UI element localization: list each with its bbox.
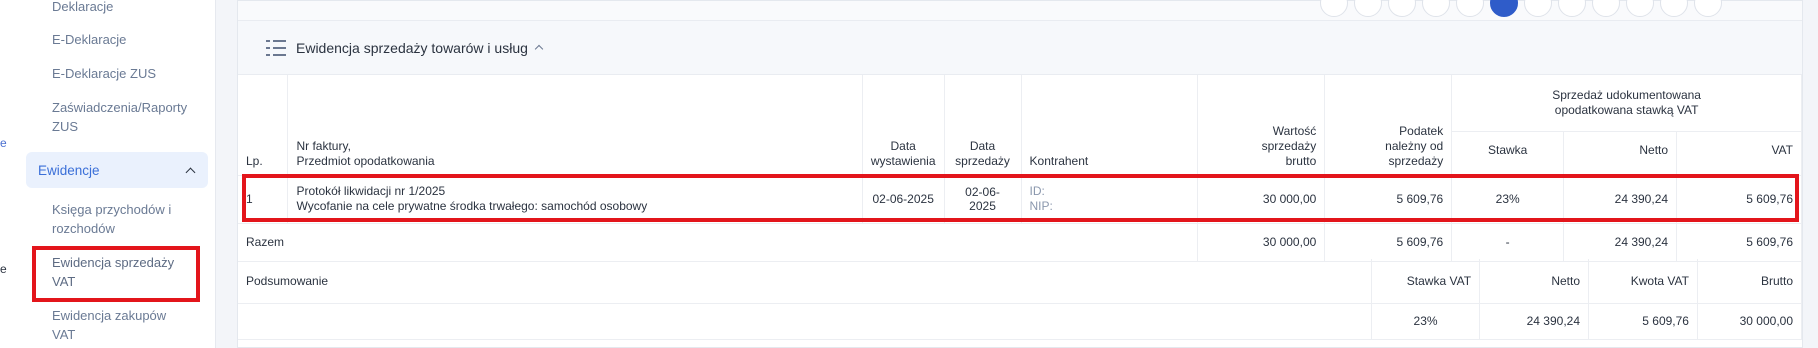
summary-rate: 23%	[1371, 303, 1481, 340]
rail-mark-icon: e	[0, 262, 7, 276]
cell-rate: 23%	[1451, 175, 1565, 224]
page-button[interactable]	[1660, 0, 1688, 17]
col-header-gross: Wartość sprzedaży brutto	[1197, 75, 1326, 176]
counterparty-id: ID:	[1029, 184, 1045, 198]
invoice-subject: Wycofanie na cele prywatne środka trwałe…	[296, 199, 648, 213]
summary-row: 23% 24 390,24 5 609,76 30 000,00	[238, 303, 1803, 340]
col-header-vat: VAT	[1676, 131, 1802, 176]
col-header-sale-date: Data sprzedaży	[944, 75, 1022, 176]
page-button[interactable]	[1694, 0, 1722, 17]
page-button[interactable]	[1592, 0, 1620, 17]
cell-vat: 5 609,76	[1676, 175, 1802, 224]
sidebar-item-deklaracje[interactable]: Deklaracje	[52, 0, 222, 16]
total-gross: 30 000,00	[1197, 223, 1326, 262]
summary-label: Podsumowanie	[238, 259, 1373, 304]
cell-net: 24 390,24	[1563, 175, 1678, 224]
col-header-rate: Stawka	[1451, 131, 1565, 176]
section-title: Ewidencja sprzedaży towarów i usług	[296, 39, 528, 56]
cell-issue-date: 02-06-2025	[862, 175, 945, 224]
summary-net: 24 390,24	[1479, 303, 1590, 340]
app: e e Deklaracje E-Deklaracje E-Deklaracje…	[0, 0, 1818, 348]
active-item-highlight	[32, 246, 200, 302]
page-button-active[interactable]	[1490, 0, 1518, 17]
page-button[interactable]	[1388, 0, 1416, 17]
chevron-up-icon[interactable]	[534, 44, 544, 54]
page-button[interactable]	[1558, 0, 1586, 17]
col-header-issue-date: Data wystawienia	[862, 75, 945, 176]
cell-invoice: Protokół likwidacji nr 1/2025 Wycofanie …	[287, 175, 863, 224]
total-label: Razem	[238, 223, 1199, 262]
cell-sale-date: 02-06-2025	[944, 175, 1022, 224]
sidebar-section-label: Ewidencje	[38, 162, 100, 178]
pagination	[1320, 0, 1722, 17]
page-button[interactable]	[1524, 0, 1552, 17]
counterparty-nip: NIP:	[1029, 199, 1053, 213]
total-tax: 5 609,76	[1324, 223, 1453, 262]
page-button[interactable]	[1422, 0, 1450, 17]
sidebar-item-zaswiadczenia[interactable]: Zaświadczenia/Raporty ZUS	[52, 98, 187, 136]
col-header-counterparty: Kontrahent	[1021, 75, 1199, 176]
cell-lp: 1	[238, 175, 289, 224]
summary-header-rate: Stawka VAT	[1371, 259, 1481, 304]
main-panel: Ewidencja sprzedaży towarów i usług Lp. …	[237, 0, 1803, 348]
sidebar-item-e-deklaracje-zus[interactable]: E-Deklaracje ZUS	[52, 64, 222, 83]
total-vat: 5 609,76	[1676, 223, 1802, 262]
cell-counterparty: ID: NIP:	[1021, 175, 1199, 224]
section-header[interactable]: Ewidencja sprzedaży towarów i usług	[238, 21, 1802, 75]
total-rate: -	[1451, 223, 1565, 262]
sales-register-table: Lp. Nr faktury, Przedmiot opodatkowania …	[238, 75, 1802, 262]
sidebar-item-ksiega[interactable]: Księga przychodów i rozchodów	[52, 200, 172, 238]
page-button[interactable]	[1626, 0, 1654, 17]
rail-mark-icon: e	[0, 136, 7, 150]
page-button[interactable]	[1320, 0, 1348, 17]
list-icon	[266, 39, 286, 56]
total-net: 24 390,24	[1563, 223, 1678, 262]
col-header-lp: Lp.	[238, 75, 289, 176]
summary-table: Podsumowanie Stawka VAT Netto Kwota VAT …	[238, 259, 1803, 340]
col-header-tax: Podatek należny od sprzedaży	[1324, 75, 1453, 176]
sidebar-item-ewidencja-zakupow[interactable]: Ewidencja zakupów VAT	[52, 306, 182, 344]
left-rail: e e	[0, 0, 12, 348]
sidebar-item-e-deklaracje[interactable]: E-Deklaracje	[52, 30, 222, 49]
col-header-invoice: Nr faktury, Przedmiot opodatkowania	[287, 75, 863, 176]
summary-gross: 30 000,00	[1697, 303, 1803, 340]
summary-header-net: Netto	[1479, 259, 1590, 304]
page-button[interactable]	[1456, 0, 1484, 17]
page-button[interactable]	[1354, 0, 1382, 17]
summary-header-vat: Kwota VAT	[1588, 259, 1698, 304]
cell-tax: 5 609,76	[1324, 175, 1453, 224]
sidebar-section-ewidencje[interactable]: Ewidencje	[26, 152, 208, 188]
summary-header-gross: Brutto	[1697, 259, 1803, 304]
total-row: Razem 30 000,00 5 609,76 - 24 390,24 5 6…	[238, 223, 1802, 262]
col-header-group: Sprzedaż udokumentowana opodatkowana sta…	[1451, 75, 1802, 132]
invoice-number[interactable]: Protokół likwidacji nr 1/2025	[296, 184, 853, 199]
top-strip	[238, 0, 1802, 21]
col-header-net: Netto	[1563, 131, 1678, 176]
table-row[interactable]: 1 Protokół likwidacji nr 1/2025 Wycofani…	[238, 175, 1802, 224]
summary-vat: 5 609,76	[1588, 303, 1698, 340]
cell-gross: 30 000,00	[1197, 175, 1326, 224]
chevron-up-icon	[185, 167, 196, 177]
